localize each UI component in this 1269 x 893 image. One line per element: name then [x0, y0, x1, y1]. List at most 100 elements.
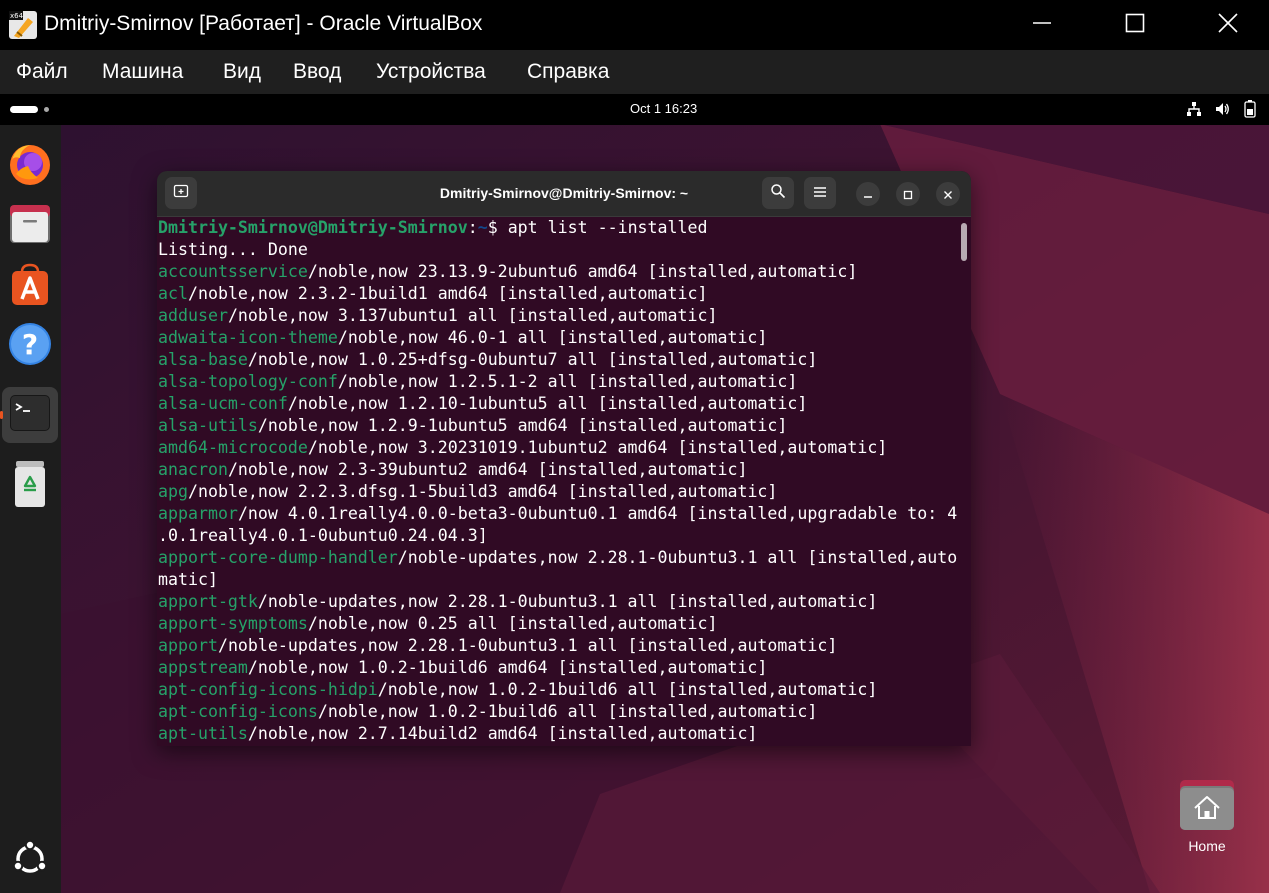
- search-button[interactable]: [762, 177, 794, 209]
- activities-indicator[interactable]: [10, 106, 38, 113]
- package-info: /noble,now 2.2.3.dfsg.1-5build3 amd64 [i…: [187, 482, 778, 501]
- package-line: apparmor/now 4.0.1really4.0.0-beta3-0ubu…: [158, 503, 963, 525]
- dock-terminal[interactable]: [2, 387, 58, 443]
- menu-help[interactable]: Справка: [527, 60, 609, 84]
- package-line-continuation: matic]: [158, 570, 218, 589]
- term-close-button[interactable]: [936, 182, 960, 206]
- maximize-button[interactable]: [1089, 0, 1181, 50]
- package-line: appstream/noble,now 1.0.2-1build6 amd64 …: [158, 657, 963, 679]
- package-info: /noble,now 0.25 all [installed,automatic…: [307, 614, 718, 633]
- menu-file[interactable]: Файл: [16, 60, 68, 84]
- package-info: /noble,now 46.0-1 all [installed,automat…: [337, 328, 768, 347]
- package-line: alsa-base/noble,now 1.0.25+dfsg-0ubuntu7…: [158, 349, 963, 371]
- package-line: amd64-microcode/noble,now 3.20231019.1ub…: [158, 437, 963, 459]
- trash-icon: [8, 459, 52, 513]
- term-maximize-button[interactable]: [896, 182, 920, 206]
- home-folder-icon: [1178, 776, 1236, 836]
- package-line: adwaita-icon-theme/noble,now 46.0-1 all …: [158, 327, 963, 349]
- desktop-home-icon[interactable]: Home: [1170, 776, 1244, 866]
- package-info: /noble,now 3.20231019.1ubuntu2 amd64 [in…: [307, 438, 888, 457]
- package-name: anacron: [158, 460, 228, 479]
- show-apps-icon: [10, 839, 50, 883]
- package-info: /noble,now 1.0.2-1build6 amd64 [installe…: [247, 658, 768, 677]
- package-name: apt-config-icons-hidpi: [158, 680, 378, 699]
- scrollbar[interactable]: [961, 223, 967, 261]
- firefox-icon: [8, 142, 52, 190]
- package-line: apport-core-dump-handler/noble-updates,n…: [158, 547, 963, 569]
- dock-files[interactable]: [4, 200, 56, 252]
- package-name: appstream: [158, 658, 248, 677]
- virtualbox-icon: x64: [8, 10, 38, 40]
- package-line: anacron/noble,now 2.3-39ubuntu2 amd64 [i…: [158, 459, 963, 481]
- svg-text:?: ?: [22, 328, 38, 361]
- dock-trash[interactable]: [4, 460, 56, 512]
- hamburger-icon: [813, 184, 827, 203]
- term-minimize-button[interactable]: [856, 182, 880, 206]
- package-info: /noble-updates,now 2.28.1-0ubuntu3.1 all…: [217, 636, 838, 655]
- prompt-path: ~: [477, 218, 488, 237]
- package-line: apport-gtk/noble-updates,now 2.28.1-0ubu…: [158, 591, 963, 613]
- package-name: amd64-microcode: [158, 438, 308, 457]
- menu-view[interactable]: Вид: [223, 60, 261, 84]
- close-button[interactable]: [1182, 0, 1269, 50]
- dock-show-apps[interactable]: [4, 835, 56, 887]
- package-line-continuation: .0.1really4.0.1-0ubuntu0.24.04.3]: [158, 526, 488, 545]
- maximize-icon: [903, 185, 913, 204]
- battery-icon[interactable]: [1244, 100, 1256, 121]
- dock: ?: [0, 125, 61, 893]
- package-line: alsa-utils/noble,now 1.2.9-1ubuntu5 amd6…: [158, 415, 963, 437]
- package-name: accountsservice: [158, 262, 308, 281]
- package-name: alsa-base: [158, 350, 248, 369]
- package-name: alsa-ucm-conf: [158, 394, 288, 413]
- listing-line: Listing... Done: [158, 240, 308, 259]
- package-name: apport: [158, 636, 218, 655]
- network-icon[interactable]: [1186, 101, 1202, 120]
- package-name: apt-config-icons: [158, 702, 318, 721]
- package-line: apport-symptoms/noble,now 0.25 all [inst…: [158, 613, 963, 635]
- minimize-icon: [863, 185, 873, 204]
- terminal-headerbar[interactable]: Dmitriy-Smirnov@Dmitriy-Smirnov: ~: [157, 171, 971, 217]
- menu-button[interactable]: [804, 177, 836, 209]
- package-info: /noble,now 23.13.9-2ubuntu6 amd64 [insta…: [307, 262, 858, 281]
- package-name: acl: [158, 284, 188, 303]
- files-icon: [8, 202, 52, 250]
- menu-devices[interactable]: Устройства: [376, 60, 486, 84]
- package-info: /noble,now 3.137ubuntu1 all [installed,a…: [227, 306, 718, 325]
- prompt-separator: :: [467, 218, 478, 237]
- package-name: alsa-topology-conf: [158, 372, 338, 391]
- menu-machine[interactable]: Машина: [102, 60, 183, 84]
- svg-text:x64: x64: [10, 12, 24, 20]
- package-line: apt-utils/noble,now 2.7.14build2 amd64 […: [158, 723, 963, 745]
- package-name: alsa-utils: [158, 416, 258, 435]
- package-name: apport-gtk: [158, 592, 258, 611]
- package-name: apport-core-dump-handler: [158, 548, 398, 567]
- package-info: /noble-updates,now 2.28.1-0ubuntu3.1 all…: [397, 548, 958, 567]
- package-name: apparmor: [158, 504, 238, 523]
- close-icon: [1217, 12, 1239, 38]
- package-info: /noble,now 1.2.9-1ubuntu5 amd64 [install…: [257, 416, 788, 435]
- package-line: adduser/noble,now 3.137ubuntu1 all [inst…: [158, 305, 963, 327]
- command-text: apt list --installed: [507, 218, 708, 237]
- volume-icon[interactable]: [1214, 101, 1230, 120]
- package-name: adduser: [158, 306, 228, 325]
- terminal-output[interactable]: Dmitriy-Smirnov@Dmitriy-Smirnov:~$ apt l…: [157, 217, 971, 746]
- app-center-icon: [8, 262, 52, 310]
- terminal-window[interactable]: Dmitriy-Smirnov@Dmitriy-Smirnov: ~ Dmitr…: [157, 171, 971, 746]
- menu-input[interactable]: Ввод: [293, 60, 341, 84]
- guest-screen: Oct 1 16:23 ? Dmitriy-Smirnov@Dmitriy-Sm…: [0, 94, 1269, 893]
- package-info: /noble,now 1.0.2-1build6 all [installed,…: [377, 680, 878, 699]
- package-info: /noble,now 1.0.2-1build6 all [installed,…: [317, 702, 818, 721]
- package-info: /noble,now 1.2.10-1ubuntu5 all [installe…: [287, 394, 808, 413]
- minimize-button[interactable]: [996, 0, 1088, 50]
- running-indicator: [0, 411, 3, 419]
- dock-help[interactable]: ?: [4, 320, 56, 372]
- dock-app-center[interactable]: [4, 260, 56, 312]
- package-name: adwaita-icon-theme: [158, 328, 338, 347]
- package-line: accountsservice/noble,now 23.13.9-2ubunt…: [158, 261, 963, 283]
- package-info: /noble,now 2.3-39ubuntu2 amd64 [installe…: [227, 460, 748, 479]
- prompt-user: Dmitriy-Smirnov@Dmitriy-Smirnov: [158, 218, 468, 237]
- clock[interactable]: Oct 1 16:23: [630, 101, 697, 116]
- package-line: apg/noble,now 2.2.3.dfsg.1-5build3 amd64…: [158, 481, 963, 503]
- maximize-icon: [1125, 13, 1145, 37]
- dock-firefox[interactable]: [4, 140, 56, 192]
